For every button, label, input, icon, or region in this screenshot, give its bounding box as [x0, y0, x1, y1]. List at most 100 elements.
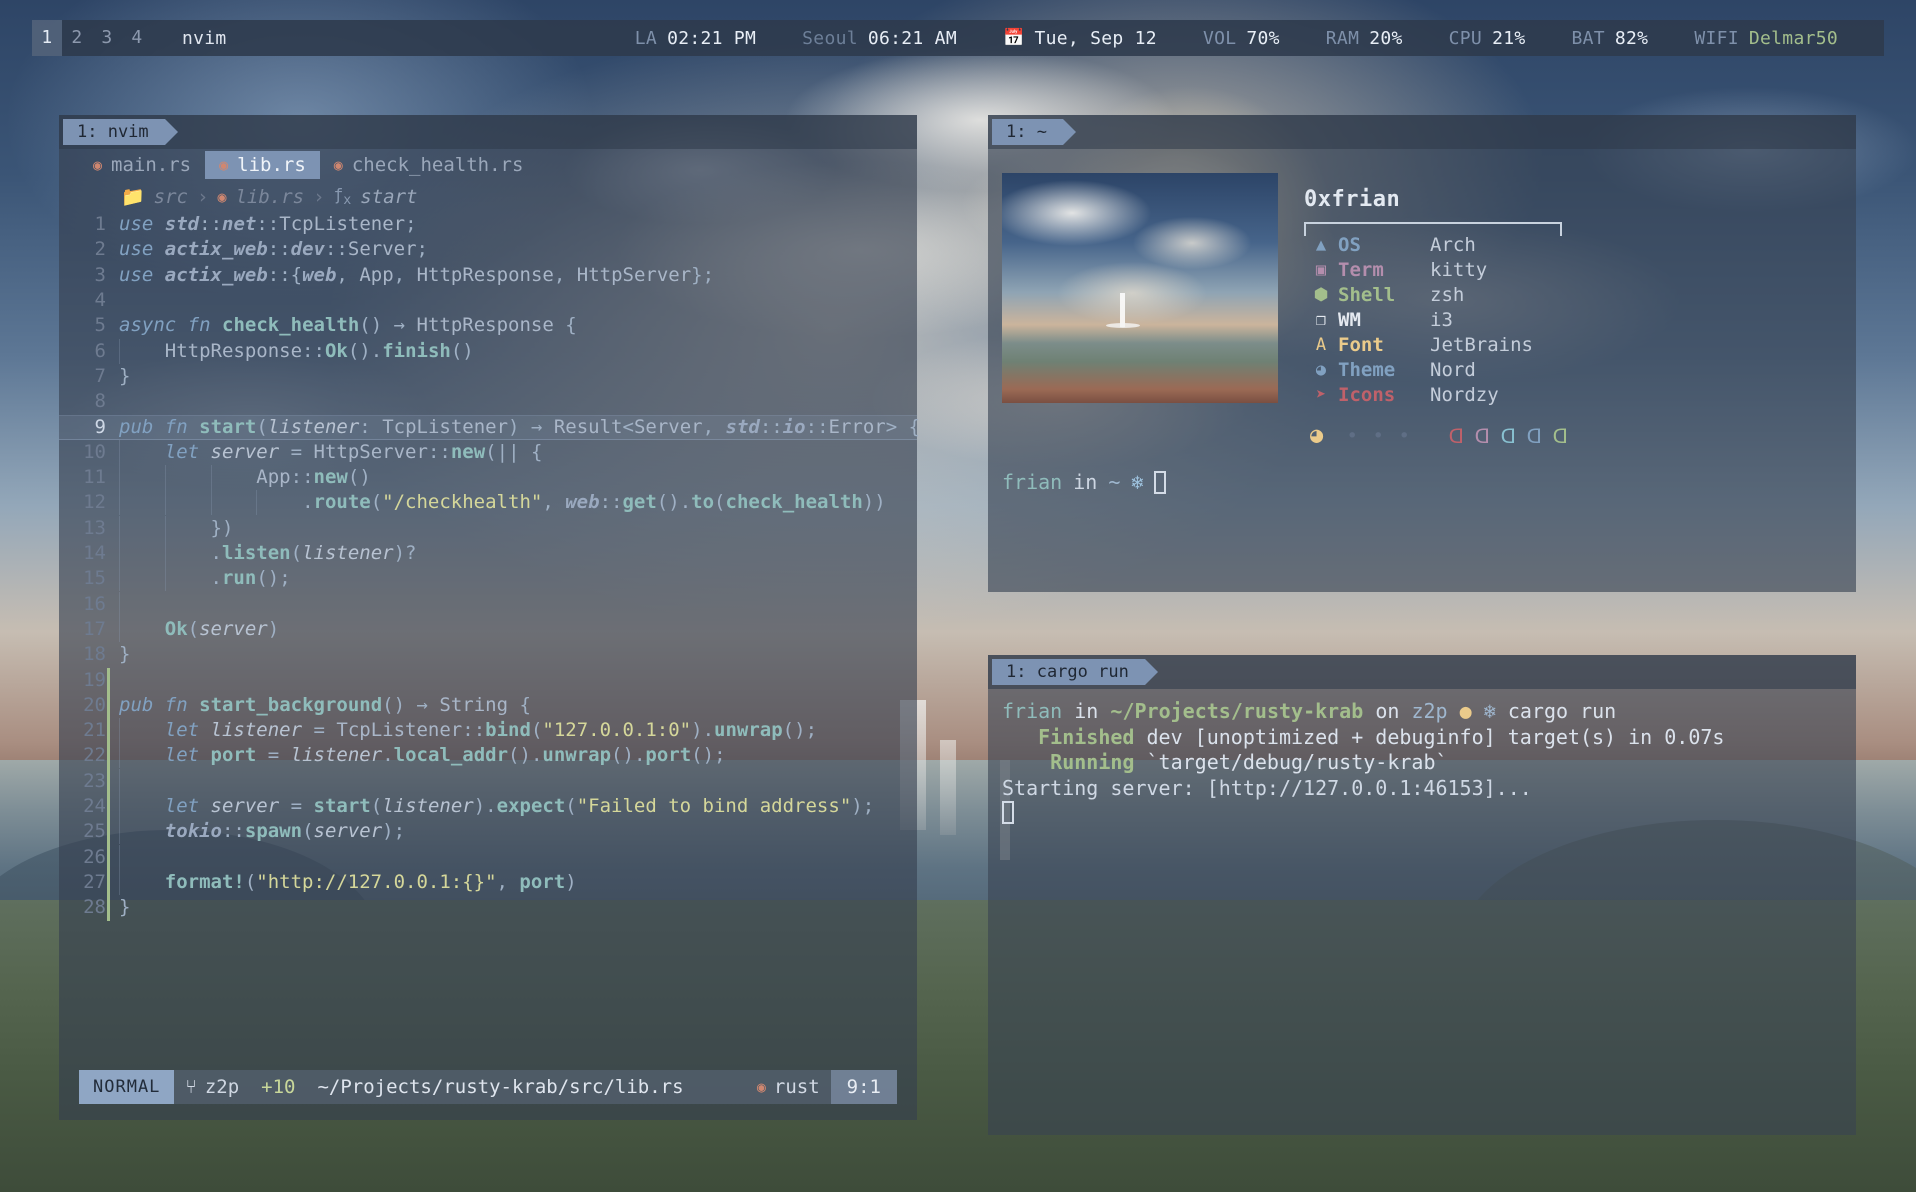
- line-content: App::new(): [119, 465, 371, 491]
- shell-icon: ⬢: [1313, 284, 1329, 305]
- fetch-row: ▣ Term kitty: [1304, 257, 1573, 282]
- fetch-image-sailboat: [1106, 293, 1140, 328]
- line-number: 7: [94, 364, 106, 387]
- code-line[interactable]: 21 let listener = TcpListener::bind("127…: [59, 718, 917, 744]
- status-branch[interactable]: ⑂ z2p: [174, 1076, 250, 1098]
- clock-la: LA 02:21 PM: [635, 28, 756, 49]
- workspace-button-2[interactable]: 2: [62, 20, 92, 56]
- code-line[interactable]: 11 App::new(): [59, 465, 917, 491]
- palette-dot: •: [1372, 424, 1384, 447]
- code-line[interactable]: 3 use actix_web::{web, App, HttpResponse,…: [59, 263, 917, 288]
- code-line[interactable]: 25 tokio::spawn(server);: [59, 819, 917, 845]
- prompt-branch: z2p: [1411, 699, 1448, 723]
- code-line[interactable]: 22 let port = listener.local_addr().unwr…: [59, 743, 917, 769]
- line-content: use actix_web::dev::Server;: [119, 238, 428, 261]
- workspace-button-1[interactable]: 1: [32, 20, 62, 56]
- breadcrumb-symbol[interactable]: start: [360, 186, 417, 208]
- active-window-title: nvim: [182, 27, 227, 49]
- code-line[interactable]: 13 }): [59, 515, 917, 541]
- ghost-icon: ᗡ: [1474, 423, 1490, 448]
- window-icon: ❐: [1315, 309, 1327, 330]
- cargo-window-tag[interactable]: 1: cargo run: [992, 659, 1158, 685]
- cargo-body[interactable]: frian in ~/Projects/rusty-krab on z2p ● …: [988, 689, 1856, 1135]
- line-number: 26: [83, 845, 106, 868]
- fetch-shell-prompt[interactable]: frian in ~ ❄: [988, 448, 1856, 494]
- snowflake-icon: ❄: [1131, 470, 1144, 494]
- code-line[interactable]: 19: [59, 668, 917, 693]
- wallpaper-sail-right: [940, 740, 956, 835]
- clock-la-time: 02:21 PM: [667, 27, 757, 49]
- clock-seoul-time: 06:21 AM: [867, 27, 957, 49]
- code-line[interactable]: 2 use actix_web::dev::Server;: [59, 237, 917, 262]
- fetch-row: A Font JetBrains: [1304, 332, 1573, 357]
- code-line[interactable]: 28}: [59, 895, 917, 920]
- code-line[interactable]: 23: [59, 768, 917, 794]
- code-line[interactable]: 4: [59, 288, 917, 313]
- code-line[interactable]: 7}: [59, 364, 917, 389]
- terminal-icon: ▣: [1315, 259, 1327, 280]
- cargo-tabline: 1: cargo run: [988, 655, 1856, 689]
- line-content: let server = HttpServer::new(|| {: [119, 439, 542, 465]
- code-line[interactable]: 27 format!("http://127.0.0.1:{}", port): [59, 869, 917, 895]
- code-line[interactable]: 24 let server = start(listener).expect("…: [59, 794, 917, 820]
- code-line[interactable]: 18}: [59, 642, 917, 667]
- workspace-button-4[interactable]: 4: [122, 20, 152, 56]
- line-number: 22: [83, 744, 106, 767]
- rust-icon: ◉: [219, 156, 229, 174]
- status-filetype: ◉ rust: [746, 1076, 831, 1098]
- branch-name: z2p: [204, 1076, 240, 1098]
- fetch-row-value: Arch: [1430, 233, 1476, 256]
- code-line[interactable]: 1 use std::net::TcpListener;: [59, 212, 917, 237]
- code-line[interactable]: 10 let server = HttpServer::new(|| {: [59, 439, 917, 465]
- code-line[interactable]: 8: [59, 389, 917, 414]
- line-content: }: [119, 364, 131, 387]
- code-line[interactable]: 6 HttpResponse::Ok().finish(): [59, 338, 917, 364]
- nvim-bufferline[interactable]: ◉ main.rs ◉ lib.rs ◉ check_health.rs: [59, 149, 917, 181]
- battery-widget: BAT 82%: [1571, 28, 1648, 49]
- line-number: 23: [83, 769, 106, 792]
- code-line[interactable]: 15 .run();: [59, 566, 917, 592]
- nvim-statusline: NORMAL ⑂ z2p +10 ~/Projects/rusty-krab/s…: [79, 1070, 897, 1104]
- nvim-window-tag[interactable]: 1: nvim: [63, 119, 178, 145]
- code-line[interactable]: 20 pub fn start_background() → String {: [59, 693, 917, 718]
- fetch-row-value: i3: [1430, 308, 1453, 331]
- buffer-tab-lib-rs[interactable]: ◉ lib.rs: [205, 151, 320, 179]
- ghost-icon: ᗡ: [1526, 423, 1542, 448]
- breadcrumb-file[interactable]: lib.rs: [235, 186, 304, 208]
- code-editor-area[interactable]: 1 use std::net::TcpListener; 2 use actix_we…: [59, 212, 920, 921]
- code-line[interactable]: 17 Ok(server): [59, 616, 917, 642]
- palette-dot: •: [1346, 424, 1358, 447]
- fetch-window-tag[interactable]: 1: ~: [992, 119, 1076, 145]
- fetch-body[interactable]: 0xfrian ▲ OS Arch ▣ Term kitty ⬢ Shell zsh ❐ WM i3 A…: [988, 149, 1856, 592]
- line-number: 9: [94, 415, 106, 438]
- filetype-label: rust: [773, 1076, 820, 1098]
- buffer-tab-main-rs[interactable]: ◉ main.rs: [79, 151, 205, 179]
- line-number: 10: [83, 440, 106, 463]
- line-number: 15: [83, 567, 106, 590]
- wifi-widget[interactable]: WIFI Delmar50: [1694, 28, 1838, 49]
- arch-icon: ▲: [1315, 234, 1327, 255]
- line-number: 21: [83, 719, 106, 742]
- terminal-window-cargo[interactable]: 1: cargo run frian in ~/Projects/rusty-k…: [988, 655, 1856, 1135]
- fetch-row-value: kitty: [1430, 258, 1488, 281]
- buffer-tab-check-health-rs[interactable]: ◉ check_health.rs: [320, 151, 538, 179]
- workspace-button-3[interactable]: 3: [92, 20, 122, 56]
- cargo-cursor-line: [988, 801, 1856, 831]
- code-line[interactable]: 12 .route("/checkhealth", web::get().to(…: [59, 490, 917, 516]
- nvim-body[interactable]: ◉ main.rs ◉ lib.rs ◉ check_health.rs 📁 s…: [59, 149, 920, 1120]
- code-line[interactable]: 14 .listen(listener)?: [59, 541, 917, 567]
- font-icon: A: [1315, 334, 1327, 355]
- terminal-window-fetch[interactable]: 1: ~ 0xfrian ▲ OS Arch ▣ Term kitty ⬢ Shell zsh ❐…: [988, 115, 1856, 592]
- buffer-tab-label: main.rs: [111, 154, 192, 176]
- line-content: [119, 668, 130, 693]
- code-line[interactable]: 9 pub fn start(listener: TcpListener) → R…: [59, 414, 920, 440]
- line-content: .run();: [119, 566, 291, 592]
- fetch-row: ➤ Icons Nordzy: [1304, 382, 1573, 407]
- nvim-window[interactable]: 1: nvim ◉ main.rs ◉ lib.rs ◉ check_healt…: [59, 115, 920, 1120]
- prompt-dir: ~: [1108, 470, 1121, 494]
- code-line[interactable]: 26: [59, 844, 917, 870]
- code-line[interactable]: 16: [59, 591, 917, 617]
- breadcrumb-folder[interactable]: src: [154, 186, 188, 208]
- volume-widget[interactable]: VOL 70%: [1203, 28, 1280, 49]
- code-line[interactable]: 5 async fn check_health() → HttpResponse …: [59, 313, 917, 338]
